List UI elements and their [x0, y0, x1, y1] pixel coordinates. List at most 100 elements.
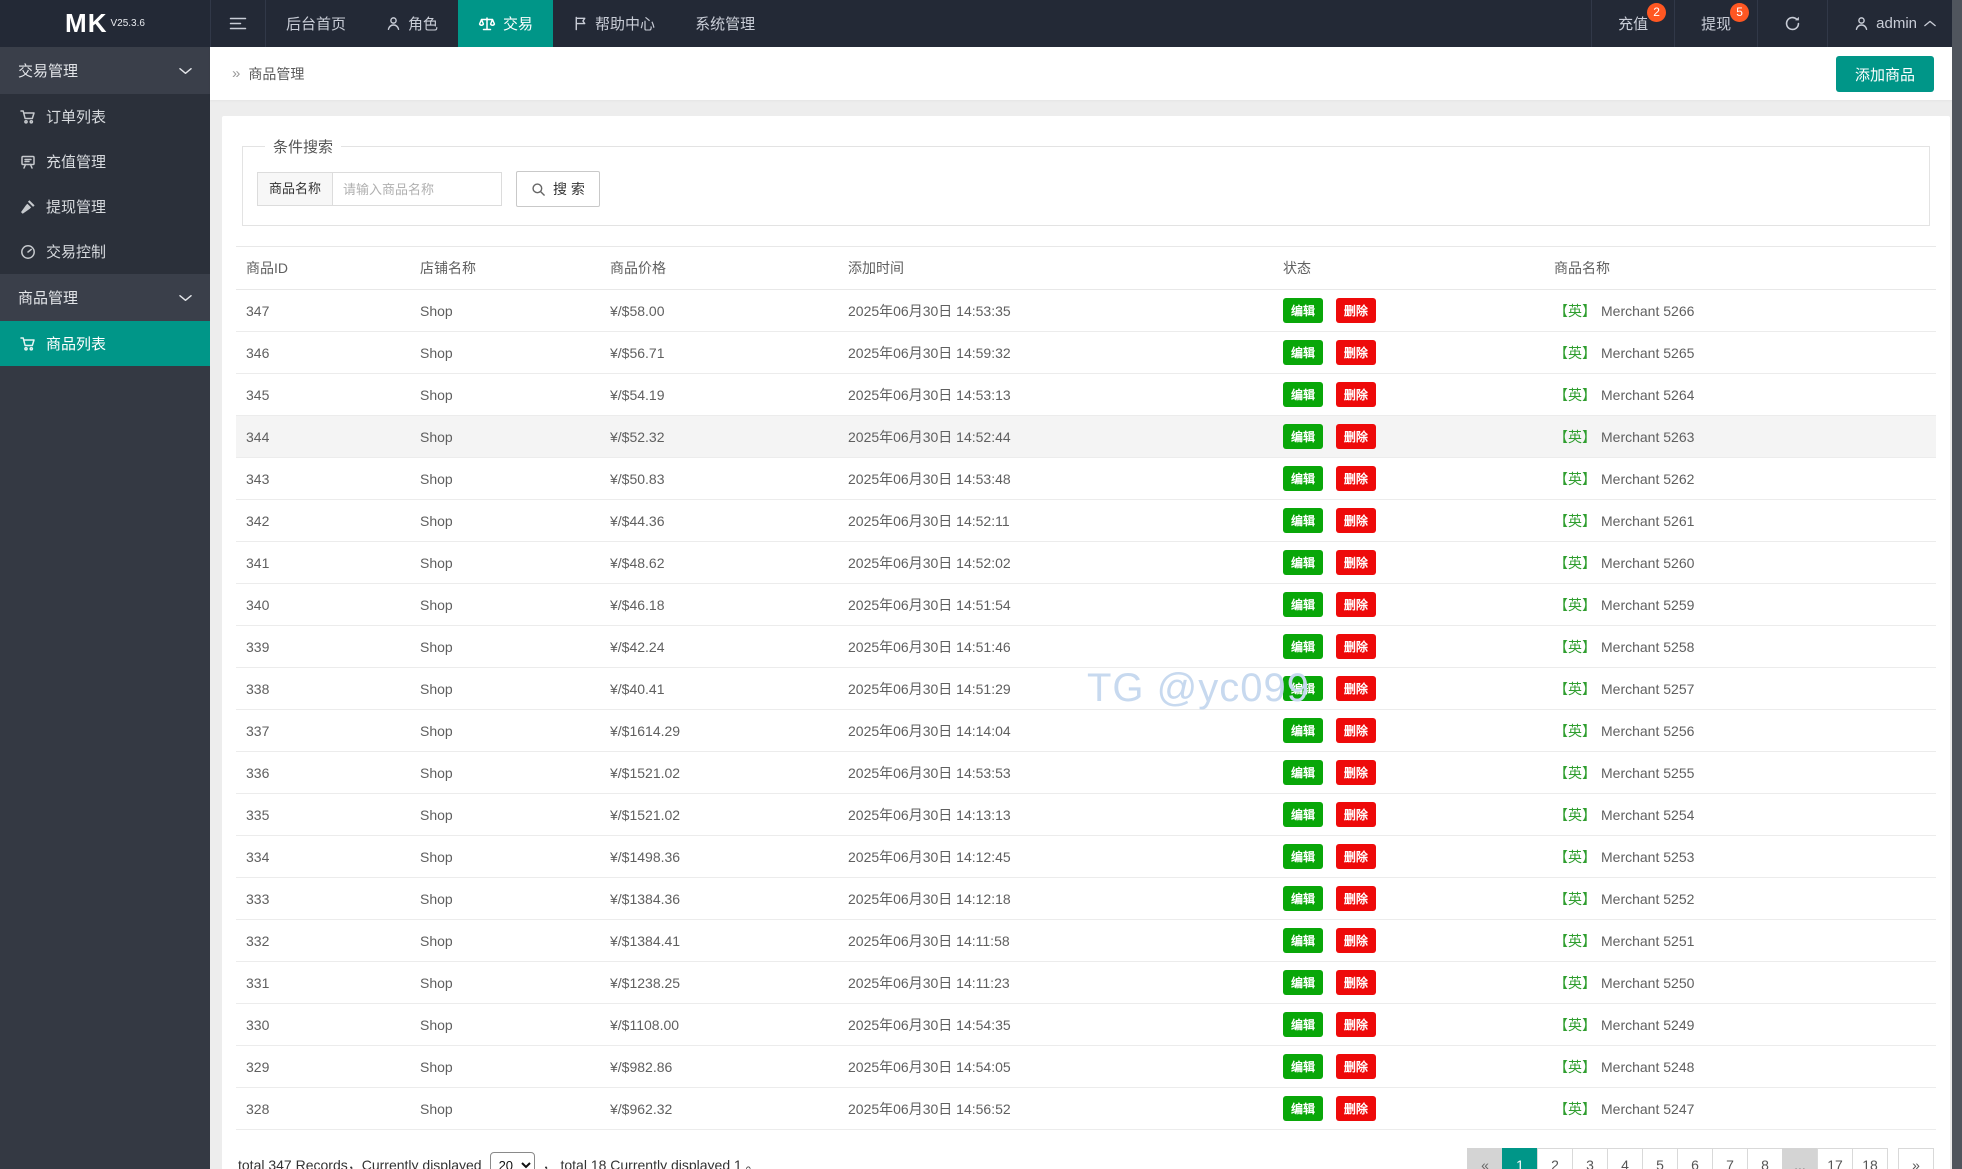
page-size-select[interactable]: 20 — [490, 1152, 535, 1169]
add-product-button[interactable]: 添加商品 — [1836, 56, 1934, 92]
delete-button[interactable]: 删除 — [1336, 676, 1376, 701]
page-button-2[interactable]: 2 — [1537, 1148, 1573, 1169]
next-page-button[interactable]: » — [1898, 1148, 1934, 1169]
user-menu[interactable]: admin — [1827, 0, 1962, 47]
edit-button[interactable]: 编辑 — [1283, 550, 1323, 575]
sidebar-item-trade-control[interactable]: 交易控制 — [0, 229, 210, 274]
edit-button[interactable]: 编辑 — [1283, 634, 1323, 659]
nav-item-home[interactable]: 后台首页 — [266, 0, 366, 47]
edit-button[interactable]: 编辑 — [1283, 340, 1323, 365]
table-header-row: 商品ID 店铺名称 商品价格 添加时间 状态 商品名称 — [236, 247, 1936, 290]
delete-button[interactable]: 删除 — [1336, 844, 1376, 869]
nav-item-roles[interactable]: 角色 — [366, 0, 458, 47]
breadcrumb: » 商品管理 — [232, 64, 304, 84]
edit-button[interactable]: 编辑 — [1283, 592, 1323, 617]
delete-button[interactable]: 删除 — [1336, 466, 1376, 491]
user-icon — [386, 16, 401, 31]
delete-button[interactable]: 删除 — [1336, 340, 1376, 365]
page-button-7[interactable]: 7 — [1712, 1148, 1748, 1169]
cell-price: ¥/$40.41 — [600, 668, 838, 710]
page-button-1[interactable]: 1 — [1502, 1148, 1538, 1169]
delete-button[interactable]: 删除 — [1336, 760, 1376, 785]
delete-button[interactable]: 删除 — [1336, 970, 1376, 995]
cell-product-name: 【英】Merchant 5261 — [1544, 500, 1936, 542]
edit-button[interactable]: 编辑 — [1283, 508, 1323, 533]
cell-shop-name: Shop — [410, 878, 600, 920]
page-button-6[interactable]: 6 — [1677, 1148, 1713, 1169]
sidebar-item-product-list[interactable]: 商品列表 — [0, 321, 210, 366]
delete-button[interactable]: 删除 — [1336, 802, 1376, 827]
refresh-button[interactable] — [1757, 0, 1827, 47]
delete-button[interactable]: 删除 — [1336, 928, 1376, 953]
edit-button[interactable]: 编辑 — [1283, 802, 1323, 827]
edit-button[interactable]: 编辑 — [1283, 928, 1323, 953]
edit-button[interactable]: 编辑 — [1283, 676, 1323, 701]
recharge-button[interactable]: 充值 2 — [1591, 0, 1674, 47]
cell-shop-name: Shop — [410, 458, 600, 500]
sidebar-item-order-list[interactable]: 订单列表 — [0, 94, 210, 139]
page-button-17[interactable]: 17 — [1817, 1148, 1853, 1169]
page-button-5[interactable]: 5 — [1642, 1148, 1678, 1169]
sidebar-group-trade-management[interactable]: 交易管理 — [0, 47, 210, 94]
withdraw-button[interactable]: 提现 5 — [1674, 0, 1757, 47]
edit-button[interactable]: 编辑 — [1283, 886, 1323, 911]
cell-status: 编辑 删除 — [1273, 668, 1544, 710]
edit-button[interactable]: 编辑 — [1283, 1054, 1323, 1079]
search-legend: 条件搜索 — [265, 136, 341, 157]
vertical-scrollbar[interactable] — [1952, 0, 1962, 1169]
cell-product-id: 333 — [236, 878, 410, 920]
edit-button[interactable]: 编辑 — [1283, 718, 1323, 743]
cell-add-time: 2025年06月30日 14:52:11 — [838, 500, 1273, 542]
nav-item-system[interactable]: 系统管理 — [675, 0, 775, 47]
delete-button[interactable]: 删除 — [1336, 550, 1376, 575]
delete-button[interactable]: 删除 — [1336, 634, 1376, 659]
page-button-18[interactable]: 18 — [1852, 1148, 1888, 1169]
cell-product-name: 【英】Merchant 5259 — [1544, 584, 1936, 626]
delete-button[interactable]: 删除 — [1336, 424, 1376, 449]
delete-button[interactable]: 删除 — [1336, 886, 1376, 911]
cell-product-id: 335 — [236, 794, 410, 836]
edit-button[interactable]: 编辑 — [1283, 1096, 1323, 1121]
cell-status: 编辑 删除 — [1273, 920, 1544, 962]
cell-shop-name: Shop — [410, 668, 600, 710]
edit-button[interactable]: 编辑 — [1283, 382, 1323, 407]
sidebar-item-withdraw-management[interactable]: 提现管理 — [0, 184, 210, 229]
sidebar-toggle-button[interactable] — [210, 0, 266, 47]
nav-item-help-center[interactable]: 帮助中心 — [553, 0, 675, 47]
product-name-input[interactable] — [332, 172, 502, 206]
sidebar-item-recharge-management[interactable]: 充值管理 — [0, 139, 210, 184]
cell-price: ¥/$1614.29 — [600, 710, 838, 752]
page-button-3[interactable]: 3 — [1572, 1148, 1608, 1169]
edit-button[interactable]: 编辑 — [1283, 970, 1323, 995]
page-button-8[interactable]: 8 — [1747, 1148, 1783, 1169]
edit-button[interactable]: 编辑 — [1283, 466, 1323, 491]
edit-button[interactable]: 编辑 — [1283, 424, 1323, 449]
edit-button[interactable]: 编辑 — [1283, 1012, 1323, 1037]
cell-price: ¥/$46.18 — [600, 584, 838, 626]
nav-item-trade[interactable]: 交易 — [458, 0, 553, 47]
delete-button[interactable]: 删除 — [1336, 1054, 1376, 1079]
delete-button[interactable]: 删除 — [1336, 298, 1376, 323]
breadcrumb-bar: » 商品管理 添加商品 — [210, 47, 1962, 100]
delete-button[interactable]: 删除 — [1336, 718, 1376, 743]
delete-button[interactable]: 删除 — [1336, 382, 1376, 407]
cell-product-name: 【英】Merchant 5247 — [1544, 1088, 1936, 1130]
cell-price: ¥/$1521.02 — [600, 794, 838, 836]
table-row: 336 Shop ¥/$1521.02 2025年06月30日 14:53:53… — [236, 752, 1936, 794]
delete-button[interactable]: 删除 — [1336, 1096, 1376, 1121]
cell-shop-name: Shop — [410, 290, 600, 332]
delete-button[interactable]: 删除 — [1336, 1012, 1376, 1037]
flag-icon — [573, 16, 588, 31]
sidebar-group-product-management[interactable]: 商品管理 — [0, 274, 210, 321]
search-button[interactable]: 搜 索 — [516, 171, 600, 207]
product-name: Merchant 5265 — [1601, 345, 1694, 361]
edit-button[interactable]: 编辑 — [1283, 760, 1323, 785]
delete-button[interactable]: 删除 — [1336, 592, 1376, 617]
cell-shop-name: Shop — [410, 416, 600, 458]
edit-button[interactable]: 编辑 — [1283, 298, 1323, 323]
cell-shop-name: Shop — [410, 584, 600, 626]
page-button-4[interactable]: 4 — [1607, 1148, 1643, 1169]
delete-button[interactable]: 删除 — [1336, 508, 1376, 533]
edit-button[interactable]: 编辑 — [1283, 844, 1323, 869]
cell-add-time: 2025年06月30日 14:53:13 — [838, 374, 1273, 416]
